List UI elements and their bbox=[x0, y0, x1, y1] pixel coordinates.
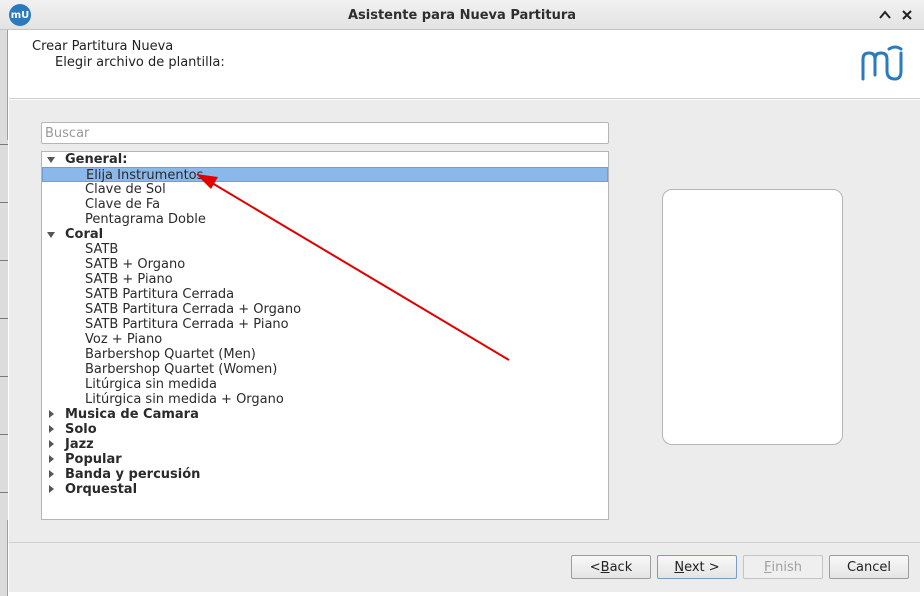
tree-category-musica-de-camara[interactable]: Musica de Camara bbox=[42, 407, 608, 422]
category-label: Coral bbox=[65, 227, 104, 242]
expand-caret-icon[interactable] bbox=[47, 157, 55, 163]
tree-item[interactable]: SATB Partitura Cerrada bbox=[42, 287, 608, 302]
tree-category-banda-y-percusion[interactable]: Banda y percusión bbox=[42, 467, 608, 482]
close-icon[interactable] bbox=[898, 6, 916, 24]
item-label: SATB + Organo bbox=[85, 257, 186, 272]
tree-category-coral[interactable]: Coral bbox=[42, 227, 608, 242]
category-label: Orquestal bbox=[65, 482, 138, 497]
item-label: Pentagrama Doble bbox=[85, 212, 206, 227]
wizard-page-subtitle: Elegir archivo de plantilla: bbox=[55, 55, 225, 70]
item-label: Barbershop Quartet (Women) bbox=[85, 362, 278, 377]
expand-caret-icon[interactable] bbox=[49, 470, 54, 478]
template-tree[interactable]: General: Elija Instrumentos Clave de Sol… bbox=[41, 151, 609, 520]
tree-category-orquestal[interactable]: Orquestal bbox=[42, 482, 608, 497]
finish-label-post: inish bbox=[771, 559, 802, 575]
next-mnemonic: N bbox=[674, 559, 685, 575]
item-label: Barbershop Quartet (Men) bbox=[85, 347, 256, 362]
tree-category-jazz[interactable]: Jazz bbox=[42, 437, 608, 452]
template-preview bbox=[662, 189, 843, 445]
item-label: SATB Partitura Cerrada bbox=[85, 287, 235, 302]
expand-caret-icon[interactable] bbox=[49, 410, 54, 418]
expand-caret-icon[interactable] bbox=[47, 232, 55, 238]
tree-category-general[interactable]: General: bbox=[42, 152, 608, 167]
cancel-button[interactable]: Cancel bbox=[829, 555, 909, 579]
finish-mnemonic: F bbox=[764, 559, 772, 575]
tree-item[interactable]: Litúrgica sin medida + Organo bbox=[42, 392, 608, 407]
tree-item[interactable]: SATB Partitura Cerrada + Organo bbox=[42, 302, 608, 317]
wizard-content: General: Elija Instrumentos Clave de Sol… bbox=[9, 100, 920, 592]
tree-item[interactable]: Barbershop Quartet (Women) bbox=[42, 362, 608, 377]
cancel-label: Cancel bbox=[846, 559, 892, 575]
category-label: Solo bbox=[65, 422, 97, 437]
tree-category-popular[interactable]: Popular bbox=[42, 452, 608, 467]
category-label: General: bbox=[65, 152, 128, 167]
expand-caret-icon[interactable] bbox=[49, 485, 54, 493]
tree-item[interactable]: SATB + Organo bbox=[42, 257, 608, 272]
wizard-page-title: Crear Partitura Nueva bbox=[32, 39, 174, 54]
item-label: Clave de Fa bbox=[85, 197, 161, 212]
title-bar: mU Asistente para Nueva Partitura bbox=[0, 0, 924, 30]
back-label-post: ack bbox=[609, 559, 633, 575]
item-label: Litúrgica sin medida + Organo bbox=[85, 392, 284, 407]
wizard-header: Crear Partitura Nueva Elegir archivo de … bbox=[9, 31, 920, 99]
category-label: Popular bbox=[65, 452, 122, 467]
back-mnemonic: B bbox=[600, 559, 610, 575]
item-label: Litúrgica sin medida bbox=[85, 377, 217, 392]
expand-caret-icon[interactable] bbox=[49, 425, 54, 433]
back-label-pre: < bbox=[589, 559, 601, 575]
category-label: Banda y percusión bbox=[65, 467, 201, 482]
item-label: SATB Partitura Cerrada + Organo bbox=[85, 302, 302, 317]
tree-item[interactable]: Clave de Sol bbox=[42, 182, 608, 197]
tree-item[interactable]: Litúrgica sin medida bbox=[42, 377, 608, 392]
expand-caret-icon[interactable] bbox=[49, 440, 54, 448]
tree-item[interactable]: Clave de Fa bbox=[42, 197, 608, 212]
maximize-chevron-icon[interactable] bbox=[876, 6, 894, 24]
tree-item[interactable]: Voz + Piano bbox=[42, 332, 608, 347]
item-label: SATB Partitura Cerrada + Piano bbox=[85, 317, 289, 332]
search-input[interactable] bbox=[41, 122, 609, 144]
window-title: Asistente para Nueva Partitura bbox=[347, 8, 577, 23]
tree-item[interactable]: Barbershop Quartet (Men) bbox=[42, 347, 608, 362]
tree-item-elija-instrumentos[interactable]: Elija Instrumentos bbox=[42, 167, 608, 183]
next-label-post: ext > bbox=[684, 559, 720, 575]
category-label: Jazz bbox=[65, 437, 94, 452]
musescore-logo-icon bbox=[859, 45, 905, 81]
expand-caret-icon[interactable] bbox=[49, 455, 54, 463]
category-label: Musica de Camara bbox=[65, 407, 199, 422]
footer-divider bbox=[9, 542, 920, 543]
item-label: SATB bbox=[85, 242, 119, 257]
finish-button[interactable]: Finish bbox=[743, 555, 823, 579]
item-label: Voz + Piano bbox=[85, 332, 163, 347]
item-label: Elija Instrumentos bbox=[86, 168, 204, 183]
tree-category-solo[interactable]: Solo bbox=[42, 422, 608, 437]
background-window-ticks bbox=[0, 140, 8, 520]
tree-item[interactable]: SATB + Piano bbox=[42, 272, 608, 287]
next-button[interactable]: Next > bbox=[657, 555, 737, 579]
item-label: Clave de Sol bbox=[85, 182, 166, 197]
item-label: SATB + Piano bbox=[85, 272, 173, 287]
tree-item[interactable]: Pentagrama Doble bbox=[42, 212, 608, 227]
back-button[interactable]: < Back bbox=[571, 555, 651, 579]
tree-item[interactable]: SATB bbox=[42, 242, 608, 257]
tree-item[interactable]: SATB Partitura Cerrada + Piano bbox=[42, 317, 608, 332]
